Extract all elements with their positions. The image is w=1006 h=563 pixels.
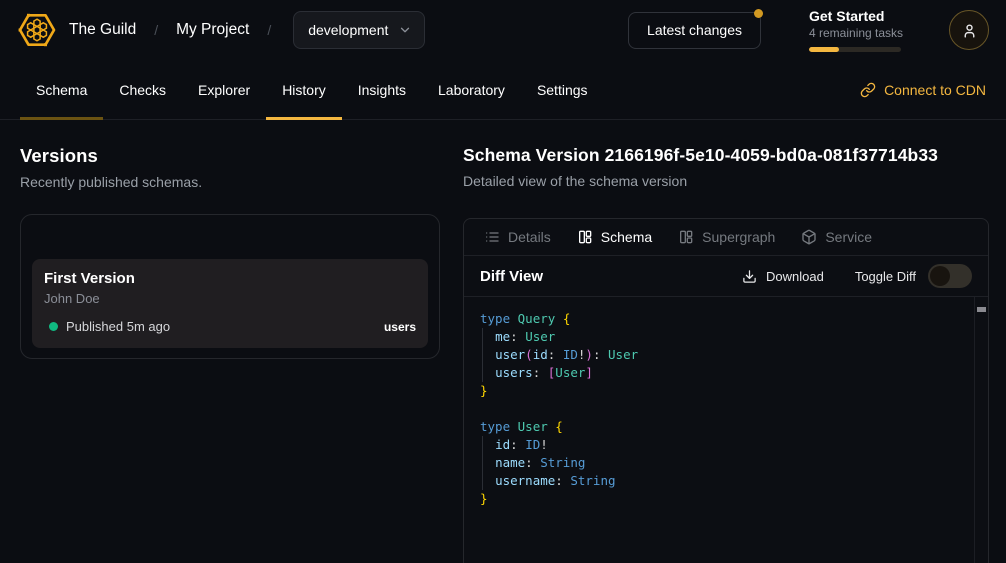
nav-tab-schema[interactable]: Schema bbox=[20, 60, 103, 119]
code-line: type User { bbox=[480, 418, 968, 436]
schema-code-viewer: type Query { me: User user(id: ID!): Use… bbox=[464, 297, 988, 563]
diff-toolbar-actions: Download Toggle Diff bbox=[742, 264, 972, 288]
connect-to-cdn-link[interactable]: Connect to CDN bbox=[860, 60, 986, 119]
code-line: id: ID! bbox=[480, 436, 968, 454]
latest-changes-button[interactable]: Latest changes bbox=[628, 12, 761, 49]
toggle-diff-label: Toggle Diff bbox=[855, 269, 916, 284]
code-block: type Query { me: User user(id: ID!): Use… bbox=[480, 310, 968, 508]
detail-tab-supergraph[interactable]: Supergraph bbox=[678, 229, 775, 245]
top-header: The Guild / My Project / development Lat… bbox=[0, 0, 1006, 60]
code-line: users: [User] bbox=[480, 364, 968, 382]
download-icon bbox=[742, 269, 757, 284]
primary-nav: SchemaChecksExplorerHistoryInsightsLabor… bbox=[0, 60, 1006, 120]
get-started-title: Get Started bbox=[809, 8, 901, 24]
versions-title: Versions bbox=[20, 145, 440, 167]
columns-icon bbox=[577, 229, 593, 245]
target-selector-value: development bbox=[308, 22, 388, 38]
hive-logo[interactable] bbox=[17, 10, 57, 50]
version-status-row: Published 5m ago users bbox=[44, 319, 416, 334]
version-status: Published 5m ago bbox=[66, 319, 170, 334]
schema-version-panel: Details Schema Supergraph Service Diff View… bbox=[463, 218, 989, 563]
detail-tab-service[interactable]: Service bbox=[801, 229, 872, 245]
nav-tab-laboratory[interactable]: Laboratory bbox=[422, 60, 521, 119]
breadcrumb-org[interactable]: The Guild bbox=[69, 21, 136, 39]
code-line: } bbox=[480, 490, 968, 508]
code-line: user(id: ID!): User bbox=[480, 346, 968, 364]
code-scrollbar[interactable] bbox=[974, 297, 988, 563]
breadcrumb-separator: / bbox=[267, 22, 271, 38]
diff-view-title: Diff View bbox=[480, 268, 543, 285]
schema-version-title: Schema Version 2166196f-5e10-4059-bd0a-0… bbox=[463, 145, 989, 166]
detail-tab-details[interactable]: Details bbox=[484, 229, 551, 245]
detail-tabs: Details Schema Supergraph Service bbox=[464, 219, 988, 256]
breadcrumb-separator: / bbox=[154, 22, 158, 38]
toggle-diff-switch[interactable] bbox=[928, 264, 972, 288]
header-actions: Latest changes Get Started 4 remaining t… bbox=[628, 8, 989, 52]
versions-subtitle: Recently published schemas. bbox=[20, 174, 440, 190]
published-status-dot bbox=[49, 322, 58, 331]
code-scrollbar-thumb[interactable] bbox=[977, 307, 986, 312]
hive-hexagon-icon bbox=[17, 10, 57, 50]
get-started-progress-bar bbox=[809, 47, 901, 52]
code-line: me: User bbox=[480, 328, 968, 346]
notification-dot bbox=[754, 9, 763, 18]
detail-tab-label: Service bbox=[825, 229, 872, 245]
versions-panel: Versions Recently published schemas. Fir… bbox=[20, 120, 440, 563]
get-started-widget[interactable]: Get Started 4 remaining tasks bbox=[809, 8, 901, 52]
version-author: John Doe bbox=[44, 291, 416, 306]
nav-tab-checks[interactable]: Checks bbox=[103, 60, 182, 119]
nav-tab-insights[interactable]: Insights bbox=[342, 60, 422, 119]
schema-version-subtitle: Detailed view of the schema version bbox=[463, 173, 989, 189]
nav-tab-settings[interactable]: Settings bbox=[521, 60, 604, 119]
schema-version-detail: Schema Version 2166196f-5e10-4059-bd0a-0… bbox=[463, 120, 989, 563]
connect-to-cdn-label: Connect to CDN bbox=[884, 82, 986, 98]
service-badge: users bbox=[384, 320, 416, 334]
download-button[interactable]: Download bbox=[742, 269, 824, 284]
nav-tab-history[interactable]: History bbox=[266, 60, 342, 119]
latest-changes-label: Latest changes bbox=[647, 22, 742, 38]
detail-tab-label: Details bbox=[508, 229, 551, 245]
detail-tab-schema[interactable]: Schema bbox=[577, 229, 652, 245]
code-line: type Query { bbox=[480, 310, 968, 328]
user-avatar[interactable] bbox=[949, 10, 989, 50]
version-list-item[interactable]: First Version John Doe Published 5m ago … bbox=[32, 259, 428, 348]
nav-tab-explorer[interactable]: Explorer bbox=[182, 60, 266, 119]
versions-list-card: First Version John Doe Published 5m ago … bbox=[20, 214, 440, 359]
download-label: Download bbox=[766, 269, 824, 284]
link-icon bbox=[860, 82, 876, 98]
breadcrumb-project[interactable]: My Project bbox=[176, 21, 249, 39]
code-line: } bbox=[480, 382, 968, 400]
chevron-down-icon bbox=[398, 23, 412, 37]
version-name: First Version bbox=[44, 270, 416, 287]
detail-tab-label: Schema bbox=[601, 229, 652, 245]
breadcrumb: The Guild / My Project / development bbox=[69, 11, 425, 49]
code-line: name: String bbox=[480, 454, 968, 472]
code-line bbox=[480, 400, 968, 418]
target-selector[interactable]: development bbox=[293, 11, 425, 49]
diff-toolbar: Diff View Download Toggle Diff bbox=[464, 256, 988, 297]
code-line: username: String bbox=[480, 472, 968, 490]
toggle-knob bbox=[930, 266, 950, 286]
get-started-subtitle: 4 remaining tasks bbox=[809, 26, 901, 40]
get-started-progress-fill bbox=[809, 47, 839, 52]
detail-tab-label: Supergraph bbox=[702, 229, 775, 245]
primary-nav-tabs: SchemaChecksExplorerHistoryInsightsLabor… bbox=[20, 60, 604, 119]
app-window: The Guild / My Project / development Lat… bbox=[0, 0, 1006, 563]
list-icon bbox=[484, 229, 500, 245]
columns-icon bbox=[678, 229, 694, 245]
person-icon bbox=[961, 22, 978, 39]
cube-icon bbox=[801, 229, 817, 245]
